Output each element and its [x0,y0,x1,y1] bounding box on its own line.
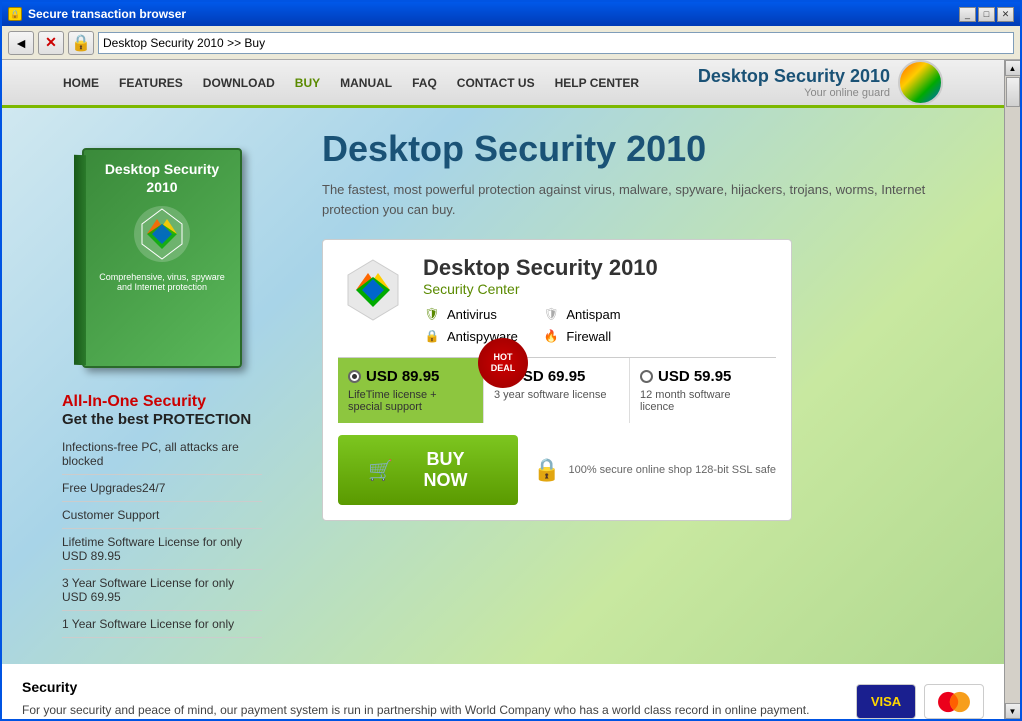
feature-antispyware: 🔒 Antispyware [423,327,538,345]
all-in-one-label: All-In-One Security [62,393,262,411]
scrollbar: ▲ ▼ [1004,60,1020,719]
feature-item: Free Upgrades24/7 [62,481,262,502]
payment-logos: VISA [856,684,984,719]
browser-window: 🔒 Secure transaction browser _ □ ✕ ◄ ✕ 🔒… [0,0,1022,721]
cart-icon: 🛒 [368,458,393,483]
secure-text: 100% secure online shop 128-bit SSL safe [568,464,776,476]
nav-buy[interactable]: BUY [295,76,320,90]
features-list: Infections-free PC, all attacks are bloc… [62,440,262,638]
security-title: Security [22,679,836,695]
security-section: Security For your security and peace of … [2,664,1004,719]
price-desc-1year: 12 month software licence [640,389,766,413]
antispam-icon: 🛡 [542,305,560,323]
hero-left: Desktop Security 2010 Comprehensive, vir… [22,128,302,644]
antivirus-icon: 🛡 [423,305,441,323]
antispam-label: Antispam [566,307,620,322]
feature-firewall: 🔥 Firewall [542,327,657,345]
nav-faq[interactable]: FAQ [412,76,437,90]
title-controls: _ □ ✕ [959,7,1014,22]
nav-contact[interactable]: CONTACT US [457,76,535,90]
pricing-options: HOT DEAL USD 89.95 LifeTime license + sp… [338,357,776,423]
firewall-icon: 🔥 [542,327,560,345]
feature-item: 1 Year Software License for only [62,617,262,638]
buy-now-button[interactable]: 🛒 BUY NOW [338,435,518,505]
scroll-track[interactable] [1005,76,1021,703]
scroll-down-button[interactable]: ▼ [1005,703,1021,719]
buy-section: 🛒 BUY NOW 🔒 100% secure online shop 128-… [338,435,776,505]
close-button[interactable]: ✕ [997,7,1014,22]
antispyware-icon: 🔒 [423,327,441,345]
card-title: Desktop Security 2010 [423,255,658,281]
security-desc: For your security and peace of mind, our… [22,701,836,719]
security-text: Security For your security and peace of … [22,679,836,719]
brand-logo [898,60,943,105]
nav-help[interactable]: HELP CENTER [555,76,639,90]
radio-lifetime[interactable] [348,370,361,383]
title-bar-left: 🔒 Secure transaction browser [8,7,186,21]
hot-deal-line2: DEAL [491,363,516,374]
secure-badge: 🔒 100% secure online shop 128-bit SSL sa… [533,457,776,483]
title-bar: 🔒 Secure transaction browser _ □ ✕ [2,2,1020,26]
get-best-label: Get the best PROTECTION [62,411,262,428]
buy-button-label: BUY NOW [403,449,488,491]
features-grid: 🛡 Antivirus 🛡 Antispam 🔒 [423,305,658,345]
feature-antivirus: 🛡 Antivirus [423,305,538,323]
scroll-thumb[interactable] [1006,77,1020,107]
nav-features[interactable]: FEATURES [119,76,183,90]
mastercard-logo [924,684,984,719]
nav-manual[interactable]: MANUAL [340,76,392,90]
radio-1year[interactable] [640,370,653,383]
firewall-label: Firewall [566,329,611,344]
mastercard-svg [933,687,975,717]
price-amount-lifetime: USD 89.95 [348,368,473,385]
lock-button[interactable]: 🔒 [68,31,94,55]
product-box-title: Desktop Security 2010 [94,160,230,196]
brand-tagline: Your online guard [698,87,890,99]
nav-download[interactable]: DOWNLOAD [203,76,275,90]
product-box: Desktop Security 2010 Comprehensive, vir… [82,148,242,368]
price-amount-1year: USD 59.95 [640,368,766,385]
window-title: Secure transaction browser [28,7,186,21]
antivirus-label: Antivirus [447,307,497,322]
address-bar[interactable] [98,32,1014,54]
navigation-bar: HOME FEATURES DOWNLOAD BUY MANUAL FAQ CO… [2,60,1004,108]
browser-area: HOME FEATURES DOWNLOAD BUY MANUAL FAQ CO… [2,60,1020,719]
minimize-button[interactable]: _ [959,7,976,22]
lock-secure-icon: 🔒 [533,457,560,483]
price-option-lifetime[interactable]: USD 89.95 LifeTime license + special sup… [338,358,484,423]
price-desc-3year: 3 year software license [494,389,619,401]
feature-item: Lifetime Software License for only USD 8… [62,535,262,570]
hot-deal-line1: HOT [494,352,513,363]
hot-deal-badge: HOT DEAL [478,338,528,388]
feature-antispam: 🛡 Antispam [542,305,657,323]
price-option-1year[interactable]: USD 59.95 12 month software licence [630,358,776,423]
product-title: Desktop Security 2010 [322,128,984,170]
product-box-logo [132,204,192,264]
hero-section: Desktop Security 2010 Comprehensive, vir… [2,108,1004,664]
stop-button[interactable]: ✕ [38,31,64,55]
feature-item: 3 Year Software License for only USD 69.… [62,576,262,611]
scroll-up-button[interactable]: ▲ [1005,60,1021,76]
pricing-logo [338,255,408,325]
hero-right: Desktop Security 2010 The fastest, most … [322,128,984,644]
nav-home[interactable]: HOME [63,76,99,90]
product-desc: The fastest, most powerful protection ag… [322,180,984,219]
product-box-desc: Comprehensive, virus, spyware and Intern… [94,272,230,292]
brand-name: Desktop Security 2010 [698,66,890,87]
visa-logo: VISA [856,684,916,719]
feature-item: Customer Support [62,508,262,529]
pricing-header: Desktop Security 2010 Security Center 🛡 … [338,255,776,345]
card-subtitle: Security Center [423,281,658,297]
pricing-card: Desktop Security 2010 Security Center 🛡 … [322,239,792,521]
maximize-button[interactable]: □ [978,7,995,22]
price-desc-lifetime: LifeTime license + special support [348,389,473,413]
back-button[interactable]: ◄ [8,31,34,55]
window-icon: 🔒 [8,7,22,21]
toolbar: ◄ ✕ 🔒 [2,26,1020,60]
nav-links: HOME FEATURES DOWNLOAD BUY MANUAL FAQ CO… [63,76,639,90]
page-content: HOME FEATURES DOWNLOAD BUY MANUAL FAQ CO… [2,60,1004,719]
feature-item: Infections-free PC, all attacks are bloc… [62,440,262,475]
brand-area: Desktop Security 2010 Your online guard [698,60,943,105]
pricing-info: Desktop Security 2010 Security Center 🛡 … [423,255,658,345]
